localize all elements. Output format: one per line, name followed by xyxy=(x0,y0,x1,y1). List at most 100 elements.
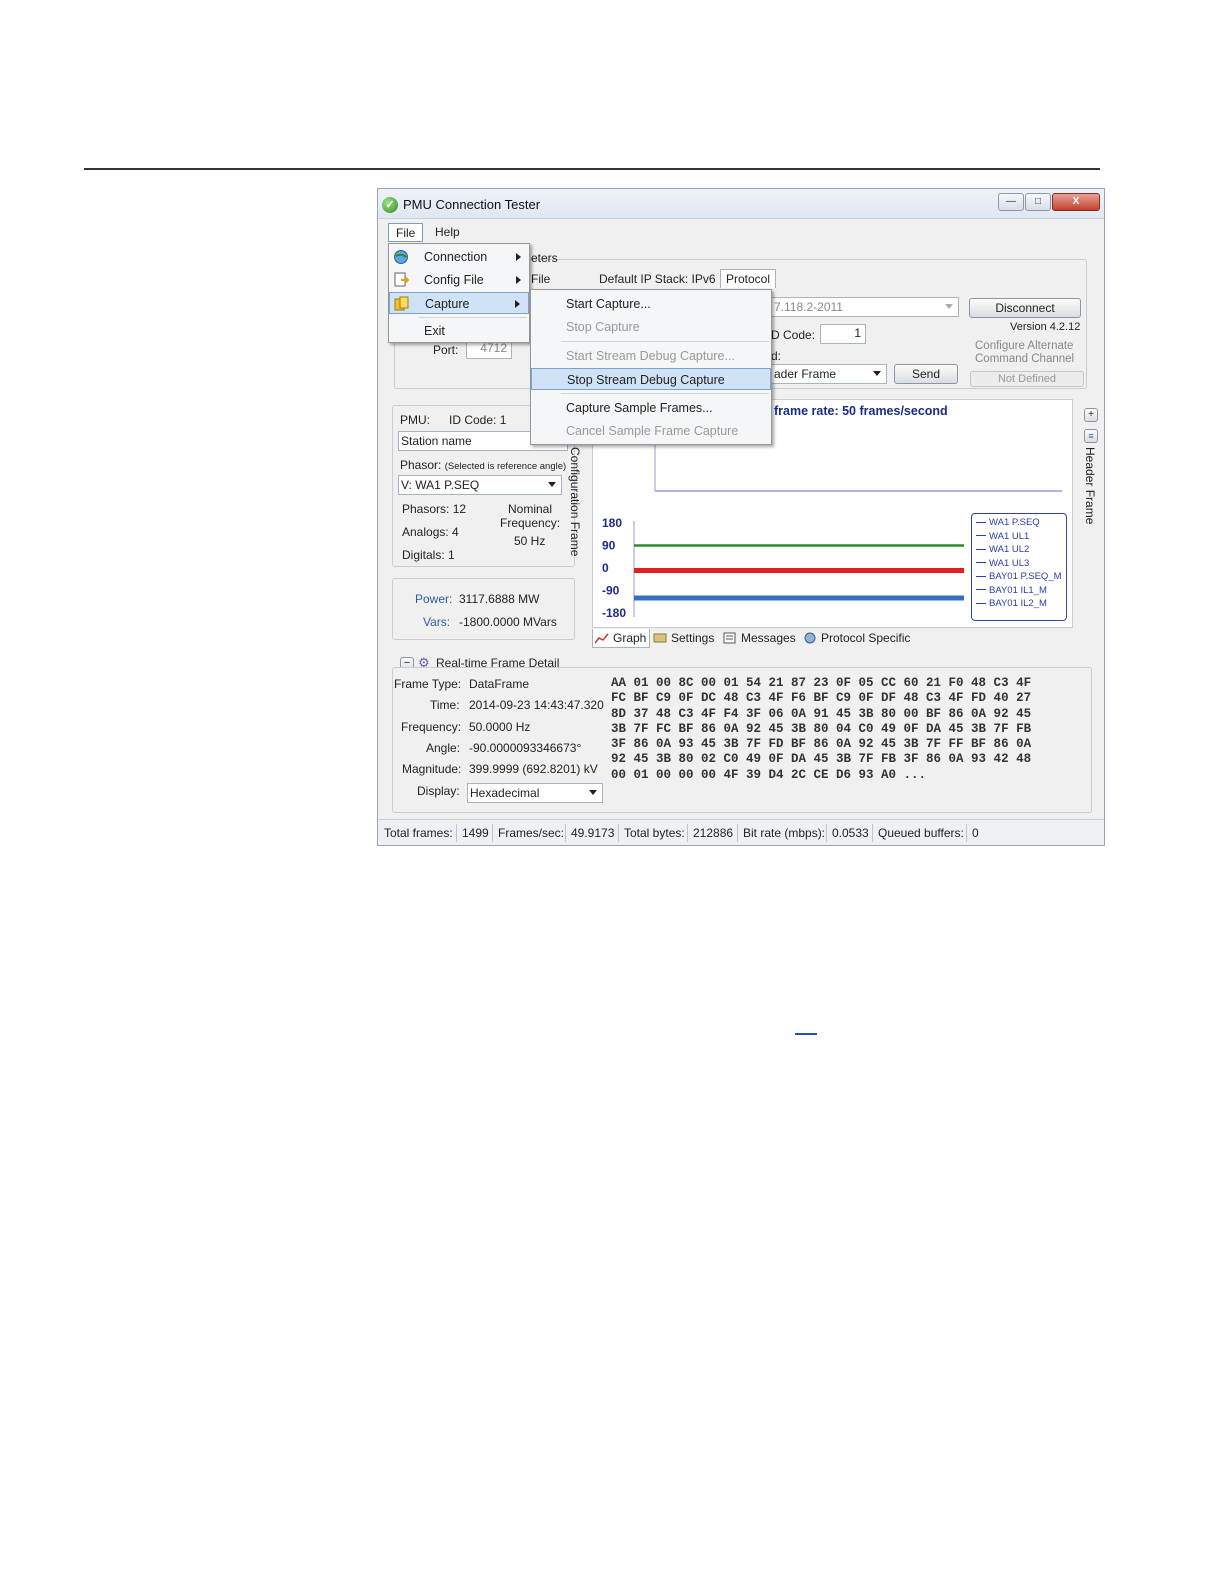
graph-icon xyxy=(595,633,609,644)
menu-item-stop-capture-label: Stop Capture xyxy=(566,320,640,334)
tab-protocol[interactable]: Protocol xyxy=(720,269,777,288)
display-label: Display: xyxy=(417,784,460,798)
menu-separator xyxy=(561,393,769,394)
phasor-label: Phasor: (Selected is reference angle) xyxy=(400,458,566,472)
configuration-frame-tab[interactable]: Configuration Frame xyxy=(568,447,582,556)
menu-item-start-capture[interactable]: Start Capture... xyxy=(531,293,771,315)
chart-legend: WA1 P.SEQ WA1 UL1 WA1 UL2 WA1 UL3 BAY01 P.SE… xyxy=(971,513,1067,621)
id-code-label: D Code: xyxy=(771,328,816,342)
id-code-input[interactable]: 1 xyxy=(820,324,866,344)
phasor-value: V: WA1 P.SEQ xyxy=(401,478,480,492)
menu-file[interactable]: File xyxy=(388,223,424,242)
protocol-value: 7.118.2-2011 xyxy=(774,300,843,314)
menu-bar: File Help xyxy=(378,220,1104,242)
chevron-down-icon xyxy=(873,371,881,376)
fps-label: Frames/sec: xyxy=(498,826,565,840)
power-label: Power: xyxy=(415,592,453,606)
menu-item-stop-stream-debug-capture[interactable]: Stop Stream Debug Capture xyxy=(531,368,771,390)
total-frames-label: Total frames: xyxy=(384,826,453,840)
tab-messages-label: Messages xyxy=(741,631,796,645)
total-bytes-label: Total bytes: xyxy=(624,826,685,840)
phasor-note: (Selected is reference angle) xyxy=(444,461,567,472)
station-name-value: Station name xyxy=(401,434,472,448)
hex-line: 92 45 3B 80 02 C0 49 0F DA 45 3B 7F FB 3… xyxy=(611,752,1032,767)
legend-entry: BAY01 P.SEQ_M xyxy=(976,571,1062,582)
alt-channel-line2[interactable]: Command Channel xyxy=(975,353,1074,365)
status-separator xyxy=(737,824,738,842)
header-frame-tab[interactable]: Header Frame xyxy=(1083,447,1097,524)
globe-icon xyxy=(394,250,408,264)
ip-stack-label: Default IP Stack: IPv6 xyxy=(599,272,716,286)
minimize-button[interactable]: — xyxy=(998,193,1024,211)
tab-messages[interactable]: Messages xyxy=(721,629,799,647)
close-button[interactable]: X xyxy=(1052,193,1100,211)
page-link-underline xyxy=(795,1033,817,1035)
hex-line: FC BF C9 0F DC 48 C3 4F F6 BF C9 0F DF 4… xyxy=(611,691,1032,706)
frame-type-value: DataFrame xyxy=(469,677,530,691)
digitals-count: Digitals: 1 xyxy=(402,548,455,562)
alt-channel-line1[interactable]: Configure Alternate xyxy=(975,340,1073,352)
y-tick-label: -90 xyxy=(602,584,620,598)
menu-item-connection-label: Connection xyxy=(424,250,488,264)
phasors-count: Phasors: 12 xyxy=(402,502,467,516)
menu-item-capture[interactable]: Capture xyxy=(389,292,529,314)
legend-entry: WA1 P.SEQ xyxy=(976,517,1040,528)
menu-item-start-capture-label: Start Capture... xyxy=(566,297,651,311)
hex-line: AA 01 00 8C 00 01 54 21 87 23 0F 05 CC 6… xyxy=(611,676,1032,690)
angle-label: Angle: xyxy=(426,741,461,755)
chevron-right-icon xyxy=(515,300,520,308)
menu-item-exit[interactable]: Exit xyxy=(389,320,529,342)
frequency-value: 50.0000 Hz xyxy=(469,720,531,734)
menu-help[interactable]: Help xyxy=(428,223,467,242)
app-check-icon: ✓ xyxy=(382,197,398,213)
menu-item-start-stream-debug-capture-label: Start Stream Debug Capture... xyxy=(566,349,735,363)
tab-protocol-specific[interactable]: Protocol Specific xyxy=(801,629,913,647)
bitrate-value: 0.0533 xyxy=(832,826,869,840)
tab-protocol-specific-label: Protocol Specific xyxy=(821,631,911,645)
menu-item-cancel-sample-frame-capture[interactable]: Cancel Sample Frame Capture xyxy=(531,420,771,442)
frequency-label: Frequency: xyxy=(401,720,462,734)
status-separator xyxy=(492,824,493,842)
tab-settings-label: Settings xyxy=(671,631,715,645)
time-value: 2014-09-23 14:43:47.320 xyxy=(469,698,604,712)
menu-item-config-file[interactable]: Config File xyxy=(389,269,529,291)
menu-separator xyxy=(561,341,769,342)
chevron-down-icon xyxy=(589,790,597,795)
magnitude-label: Magnitude: xyxy=(402,762,462,776)
capture-icon xyxy=(394,296,409,311)
menu-item-capture-sample-frames-label: Capture Sample Frames... xyxy=(566,401,713,415)
menu-item-connection[interactable]: Connection xyxy=(389,246,529,268)
chevron-down-icon xyxy=(945,304,953,309)
pmu-label: PMU: xyxy=(400,413,430,427)
file-tab-label[interactable]: File xyxy=(531,272,550,286)
command-select[interactable]: ader Frame xyxy=(771,364,887,384)
disconnect-button[interactable]: Disconnect xyxy=(969,298,1081,318)
menu-item-start-stream-debug-capture[interactable]: Start Stream Debug Capture... xyxy=(531,345,771,367)
protocol-specific-icon xyxy=(804,632,816,644)
send-button[interactable]: Send xyxy=(894,364,958,384)
phasor-select[interactable]: V: WA1 P.SEQ xyxy=(398,475,562,495)
power-value: 3117.6888 MW xyxy=(459,592,540,606)
menu-item-stop-capture[interactable]: Stop Capture xyxy=(531,316,771,338)
y-tick-label: 180 xyxy=(602,516,622,530)
expand-icon[interactable]: + xyxy=(1084,408,1098,422)
protocol-select[interactable]: 7.118.2-2011 xyxy=(771,297,959,317)
angle-value: -90.0000093346673° xyxy=(469,741,582,755)
display-format-select[interactable]: Hexadecimal xyxy=(467,783,603,803)
menu-item-exit-label: Exit xyxy=(424,324,445,338)
config-file-icon xyxy=(394,272,409,287)
legend-entry: WA1 UL1 xyxy=(976,531,1029,542)
nominal-label-1: Nominal xyxy=(508,502,553,516)
y-tick-label: 90 xyxy=(602,539,616,553)
not-defined-button[interactable]: Not Defined xyxy=(970,371,1084,387)
command-label: d: xyxy=(771,349,782,363)
file-menu-dropdown: Connection Config File Capture Exit xyxy=(388,243,530,343)
port-label: Port: xyxy=(433,343,459,357)
tab-settings[interactable]: Settings xyxy=(651,629,717,647)
tab-graph[interactable]: Graph xyxy=(592,629,651,648)
menu-item-stop-stream-debug-capture-label: Stop Stream Debug Capture xyxy=(567,373,725,387)
maximize-button[interactable]: □ xyxy=(1025,193,1051,211)
capture-submenu: Start Capture... Stop Capture Start Stre… xyxy=(530,289,772,445)
header-frame-icon[interactable]: ≡ xyxy=(1084,429,1098,443)
menu-item-capture-sample-frames[interactable]: Capture Sample Frames... xyxy=(531,397,771,419)
